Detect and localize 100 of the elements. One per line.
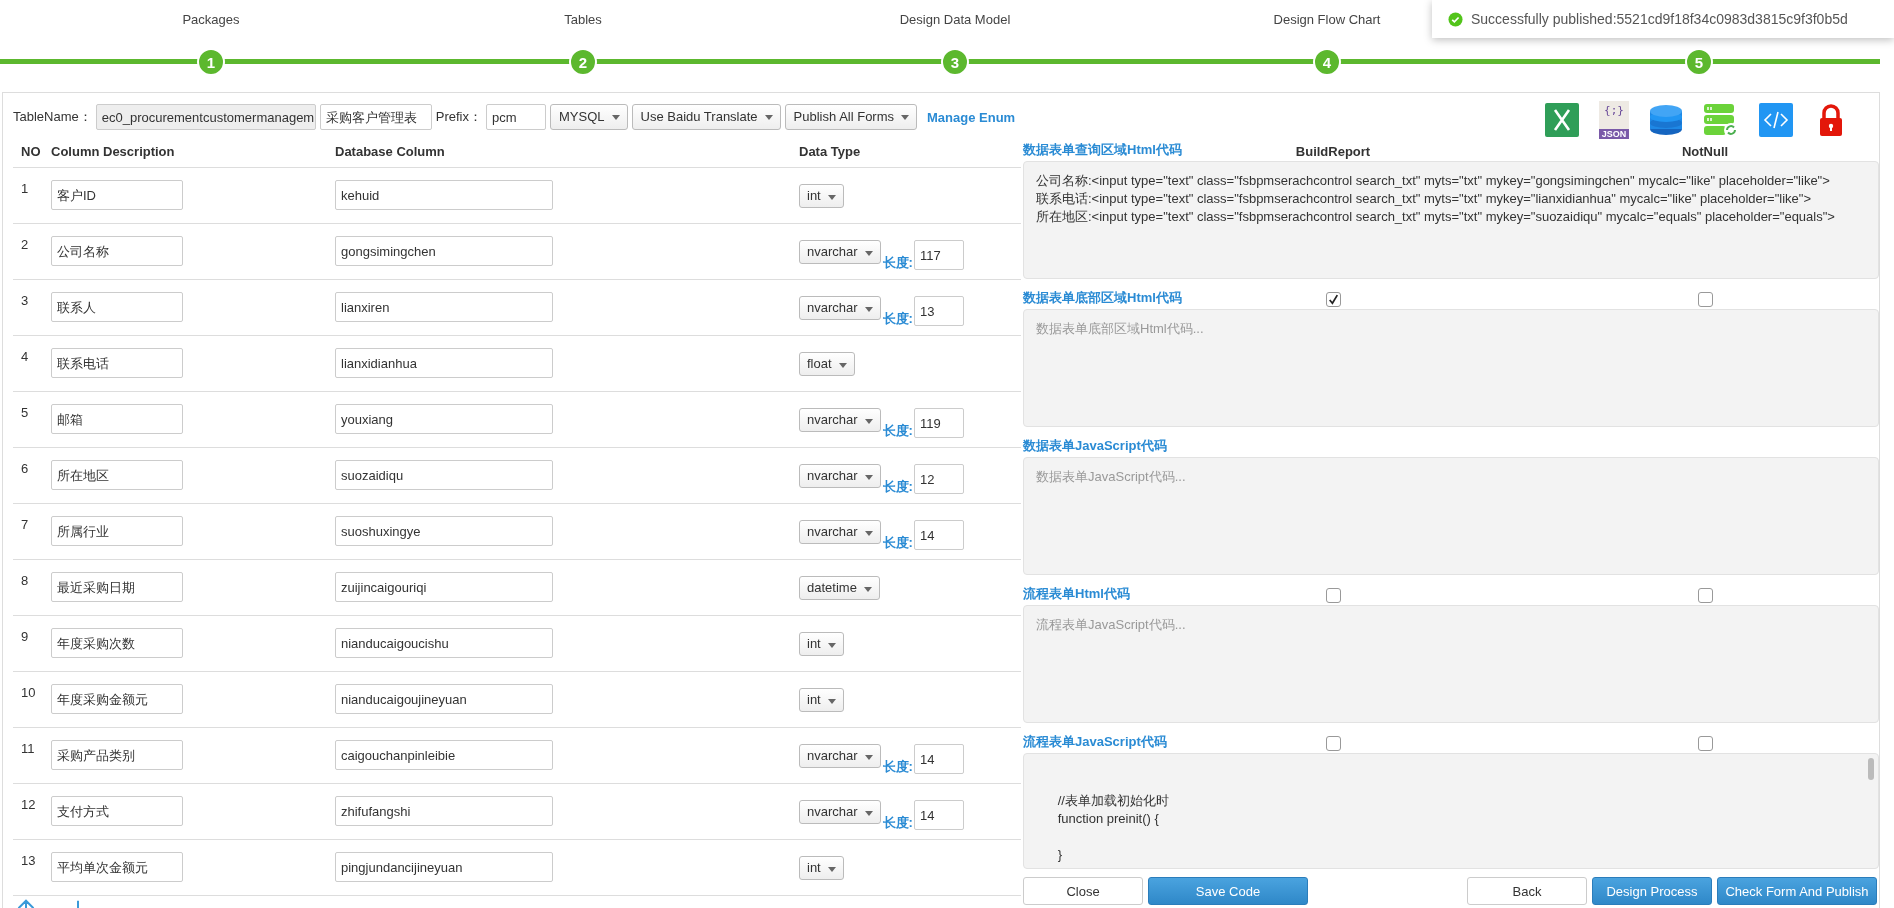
column-name-field[interactable]: zhifufangshi: [335, 796, 553, 826]
toast-message: Successfully published:5521cd9f18f34c0983d3815c9f3f0b5d: [1471, 11, 1848, 27]
type-select[interactable]: int: [799, 688, 844, 712]
length-label: 长度:: [882, 814, 913, 832]
type-select[interactable]: float: [799, 352, 855, 376]
description-field[interactable]: 邮箱: [51, 404, 183, 434]
description-field[interactable]: 公司名称: [51, 236, 183, 266]
step-label: Tables: [564, 12, 602, 28]
type-select[interactable]: nvarchar: [799, 744, 881, 768]
row-number: 6: [20, 460, 30, 476]
description-field[interactable]: 年度采购次数: [51, 628, 183, 658]
row-number: 8: [20, 572, 30, 588]
column-name-field[interactable]: lianxidianhua: [335, 348, 553, 378]
dropdown[interactable]: Use Baidu Translate: [631, 104, 781, 130]
length-label: 长度:: [882, 422, 913, 440]
section-title: 流程表单Html代码: [1023, 585, 1131, 603]
column-header: Column Description: [51, 143, 176, 159]
description-field[interactable]: 联系人: [51, 292, 183, 322]
length-label: 长度:: [882, 254, 913, 272]
column-name-field[interactable]: zuijincaigouriqi: [335, 572, 553, 602]
not-null-checkbox[interactable]: [1697, 588, 1713, 603]
spreadsheet-icon[interactable]: [1544, 101, 1580, 139]
type-select[interactable]: nvarchar: [799, 520, 881, 544]
length-field[interactable]: 12: [913, 464, 964, 494]
section-title: 数据表单底部区域Html代码: [1023, 289, 1183, 307]
table-name-field[interactable]: ec0_procurementcustomermanagem: [95, 104, 316, 130]
code-icon[interactable]: [1758, 101, 1794, 139]
description-field[interactable]: 采购产品类别: [51, 740, 183, 770]
type-select[interactable]: int: [799, 632, 844, 656]
section-title: 数据表单JavaScript代码: [1023, 437, 1168, 455]
column-header: Data Type: [799, 143, 862, 159]
prefix-field[interactable]: pcm: [486, 104, 546, 130]
not-null-checkbox[interactable]: [1697, 292, 1713, 307]
row-number: 9: [20, 628, 30, 644]
length-field[interactable]: 14: [913, 520, 964, 550]
column-name-field[interactable]: lianxiren: [335, 292, 553, 322]
table-title-field[interactable]: 采购客户管理表: [319, 104, 432, 130]
action-button[interactable]: Back: [1467, 877, 1587, 905]
json-file-icon[interactable]: {;} JSON: [1599, 101, 1629, 139]
length-field[interactable]: 119: [913, 408, 964, 438]
description-field[interactable]: 支付方式: [51, 796, 183, 826]
row-number: 1: [20, 180, 30, 196]
build-report-checkbox[interactable]: [1325, 588, 1341, 603]
type-select[interactable]: nvarchar: [799, 408, 881, 432]
length-field[interactable]: 14: [913, 800, 964, 830]
column-name-field[interactable]: suozaidiqu: [335, 460, 553, 490]
column-name-field[interactable]: nianducaigoujineyuan: [335, 684, 553, 714]
section-title: 流程表单JavaScript代码: [1023, 733, 1168, 751]
row-number: 4: [20, 348, 30, 364]
type-select[interactable]: nvarchar: [799, 240, 881, 264]
scrollbar-thumb[interactable]: [1868, 758, 1874, 780]
description-field[interactable]: 年度采购金额元: [51, 684, 183, 714]
column-name-field[interactable]: youxiang: [335, 404, 553, 434]
build-report-checkbox[interactable]: [1325, 292, 1341, 307]
type-select[interactable]: nvarchar: [799, 464, 881, 488]
column-name-field[interactable]: suoshuxingye: [335, 516, 553, 546]
code-field[interactable]: 公司名称:<input type="text" class="fsbpmserachcontrol search_txt" myts="txt" mykey="gongsimingchen" mycalc="like" placeholder="like"> 联系电话:<input type="text" class="fsbpmserachcontrol search_txt" myts="txt" mykey="lianxidianhua" mycalc="like" placeholder="like"> 所在地区:<input type="text" class="fsbpmserachcontrol search_txt" myts="txt" mykey="suozaidiqu" mycalc="equals" placeholder="equals">: [1023, 161, 1879, 279]
dropdown[interactable]: Publish All Forms: [784, 104, 917, 130]
description-field[interactable]: 客户ID: [51, 180, 183, 210]
description-field[interactable]: 联系电话: [51, 348, 183, 378]
prefix-label: Prefix：: [435, 108, 482, 126]
step-label: Design Flow Chart: [1273, 12, 1381, 28]
type-select[interactable]: datetime: [799, 576, 880, 600]
dropdown[interactable]: MYSQL: [550, 104, 628, 130]
type-select[interactable]: int: [799, 856, 844, 880]
row-number: 10: [20, 684, 37, 700]
row-number: 12: [20, 796, 37, 812]
length-field[interactable]: 14: [913, 744, 964, 774]
column-name-field[interactable]: nianducaigoucishu: [335, 628, 553, 658]
code-field[interactable]: //表单加载初始化时 function preinit() { }: [1023, 753, 1879, 869]
action-button[interactable]: Close: [1023, 877, 1143, 905]
section-title: 数据表单查询区域Html代码: [1023, 141, 1183, 159]
row-number: 2: [20, 236, 30, 252]
not-null-checkbox[interactable]: [1697, 736, 1713, 751]
description-field[interactable]: 最近采购日期: [51, 572, 183, 602]
column-name-field[interactable]: gongsimingchen: [335, 236, 553, 266]
row-number: 3: [20, 292, 30, 308]
row-number: 5: [20, 404, 30, 420]
length-label: 长度:: [882, 478, 913, 496]
step-label: Packages: [182, 12, 240, 28]
type-select[interactable]: nvarchar: [799, 296, 881, 320]
column-name-field[interactable]: caigouchanpinleibie: [335, 740, 553, 770]
description-field[interactable]: 所在地区: [51, 460, 183, 490]
length-field[interactable]: 117: [913, 240, 964, 270]
column-header: Database Column: [335, 143, 446, 159]
length-field[interactable]: 13: [913, 296, 964, 326]
row-number: 11: [20, 740, 36, 756]
manage-enum-link[interactable]: Manage Enum: [927, 109, 1016, 125]
type-select[interactable]: int: [799, 184, 844, 208]
build-report-checkbox[interactable]: [1325, 736, 1341, 751]
type-select[interactable]: nvarchar: [799, 800, 881, 824]
description-field[interactable]: 所属行业: [51, 516, 183, 546]
step-label: Design Data Model: [899, 12, 1011, 28]
row-number: 7: [20, 516, 30, 532]
column-name-field[interactable]: pingjundancijineyuan: [335, 852, 553, 882]
column-header: NotNull: [1680, 144, 1730, 159]
length-label: 长度:: [882, 310, 913, 328]
description-field[interactable]: 平均单次金额元: [51, 852, 183, 882]
column-header: NO: [20, 143, 42, 159]
column-name-field[interactable]: kehuid: [335, 180, 553, 210]
